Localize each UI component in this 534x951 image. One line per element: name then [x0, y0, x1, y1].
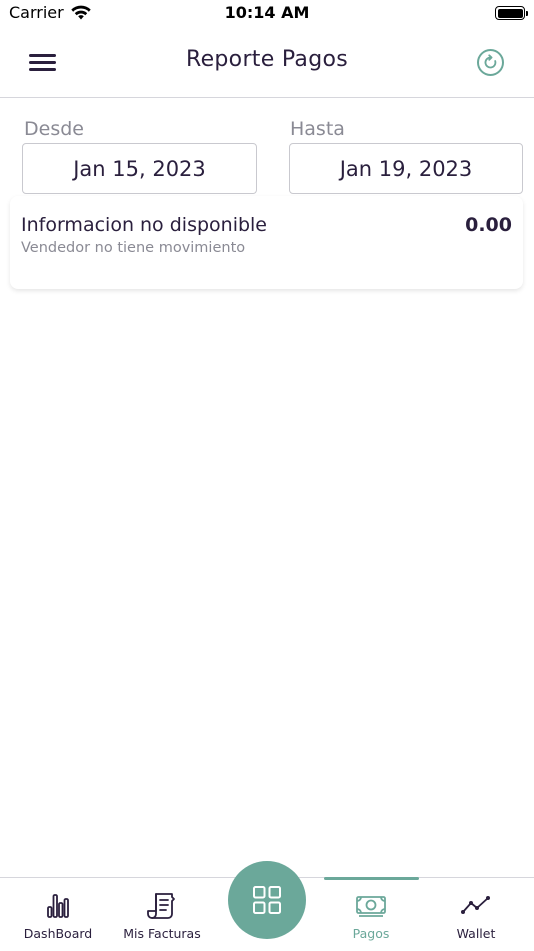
- info-amount: 0.00: [465, 214, 512, 236]
- battery-level: [497, 8, 523, 18]
- trend-line-icon: [461, 896, 490, 914]
- tab-dashboard[interactable]: DashBoard: [8, 878, 108, 951]
- page-title: Reporte Pagos: [185, 47, 348, 72]
- header: Reporte Pagos: [0, 26, 534, 98]
- from-date-field[interactable]: Jan 15, 2023: [22, 143, 257, 194]
- tab-wallet[interactable]: Wallet: [426, 878, 526, 951]
- tab-label: Pagos: [352, 926, 390, 941]
- to-label: Hasta: [290, 118, 345, 140]
- from-label: Desde: [24, 118, 84, 140]
- cash-icon: [356, 896, 386, 917]
- center-menu-button[interactable]: [228, 861, 306, 939]
- info-card: Informacion no disponible 0.00 Vendedor …: [10, 196, 523, 289]
- status-time: 10:14 AM: [224, 3, 310, 22]
- tab-label: Mis Facturas: [123, 926, 201, 941]
- to-date-field[interactable]: Jan 19, 2023: [289, 143, 523, 194]
- info-title: Informacion no disponible: [21, 214, 267, 236]
- tab-label: DashBoard: [23, 926, 93, 941]
- refresh-icon[interactable]: [476, 48, 505, 77]
- grid-icon: [253, 886, 281, 914]
- tab-label: Wallet: [456, 926, 496, 941]
- invoice-icon: [147, 893, 175, 919]
- tab-pagos[interactable]: Pagos: [321, 878, 421, 951]
- status-bar: Carrier 10:14 AM: [0, 0, 534, 26]
- bar-chart-icon: [47, 894, 69, 918]
- tab-mis-facturas[interactable]: Mis Facturas: [112, 878, 212, 951]
- info-subtitle: Vendedor no tiene movimiento: [21, 240, 246, 256]
- battery-icon: [495, 6, 528, 20]
